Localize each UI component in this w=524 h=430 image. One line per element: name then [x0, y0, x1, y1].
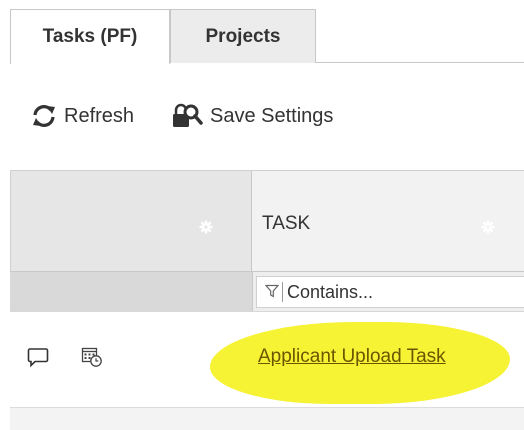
refresh-icon: [30, 103, 58, 129]
filter-cell-empty: [10, 271, 252, 311]
tab-projects[interactable]: Projects: [170, 9, 316, 63]
tab-label: Projects: [205, 25, 281, 47]
save-settings-label: Save Settings: [210, 104, 334, 127]
gear-icon[interactable]: [480, 219, 496, 235]
task-link[interactable]: Applicant Upload Task: [258, 346, 446, 368]
refresh-button[interactable]: Refresh: [30, 98, 134, 134]
grid-header-cell-actions: [10, 170, 252, 271]
save-settings-button[interactable]: Save Settings: [170, 98, 333, 134]
table-row: [10, 407, 524, 430]
column-title-task: TASK: [262, 213, 311, 234]
tab-label: Tasks (PF): [42, 26, 138, 47]
filter-placeholder: Contains...: [287, 281, 374, 302]
comment-icon[interactable]: [26, 344, 50, 370]
tab-tasks-pf[interactable]: Tasks (PF): [10, 9, 170, 64]
text-caret: [282, 282, 283, 302]
grid-top-border: [10, 170, 524, 171]
gear-icon[interactable]: [198, 219, 214, 235]
task-filter-input[interactable]: Contains...: [256, 276, 524, 308]
calendar-clock-icon[interactable]: [80, 344, 104, 370]
lock-search-icon: [170, 103, 204, 129]
refresh-label: Refresh: [64, 104, 135, 127]
filter-icon[interactable]: [264, 282, 280, 303]
